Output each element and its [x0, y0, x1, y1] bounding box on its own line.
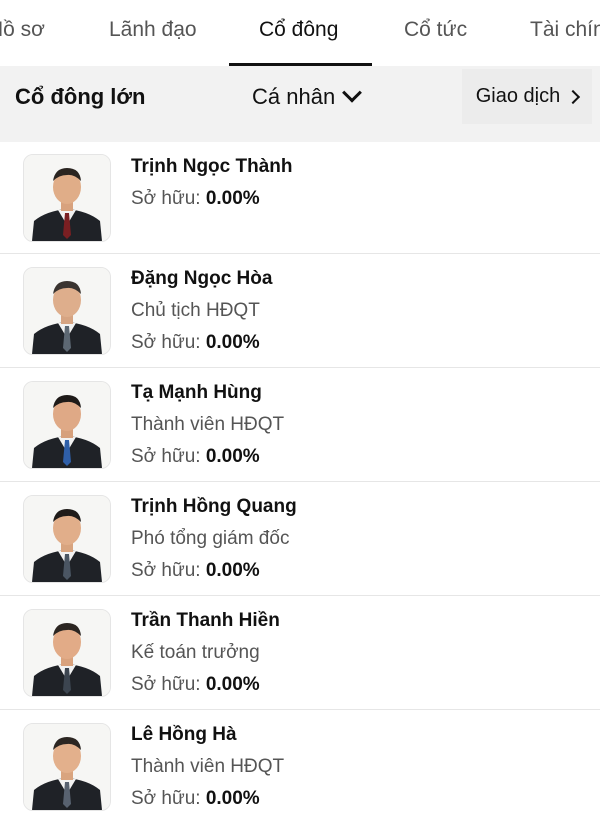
- avatar: [23, 381, 111, 469]
- shareholder-role: Chủ tịch HĐQT: [131, 300, 260, 321]
- ownership-text: Sở hữu: 0.00%: [131, 560, 260, 581]
- ownership-text: Sở hữu: 0.00%: [131, 188, 260, 209]
- transactions-label: Giao dịch: [475, 85, 561, 107]
- tab-dividends[interactable]: Cổ tức: [404, 18, 467, 42]
- list-item[interactable]: Trịnh Ngọc Thành Sở hữu: 0.00%: [0, 142, 600, 254]
- list-item[interactable]: Đặng Ngọc Hòa Chủ tịch HĐQT Sở hữu: 0.00…: [0, 254, 600, 368]
- shareholder-role: Thành viên HĐQT: [131, 756, 285, 777]
- transactions-button[interactable]: Giao dịch: [462, 69, 592, 124]
- shareholder-role: Kế toán trưởng: [131, 642, 260, 663]
- chevron-right-icon: [566, 89, 581, 104]
- ownership-text: Sở hữu: 0.00%: [131, 332, 260, 353]
- shareholder-role: Phó tổng giám đốc: [131, 528, 290, 549]
- shareholder-name: Lê Hồng Hà: [131, 724, 237, 745]
- tab-leadership[interactable]: Lãnh đạo: [109, 18, 197, 42]
- shareholder-role: Thành viên HĐQT: [131, 414, 285, 435]
- avatar: [23, 154, 111, 242]
- shareholder-name: Đặng Ngọc Hòa: [131, 268, 273, 289]
- filter-label: Cá nhân: [252, 84, 336, 109]
- ownership-text: Sở hữu: 0.00%: [131, 446, 260, 467]
- ownership-text: Sở hữu: 0.00%: [131, 674, 260, 695]
- section-title: Cổ đông lớn: [15, 84, 146, 109]
- avatar: [23, 723, 111, 811]
- shareholder-name: Trịnh Ngọc Thành: [131, 156, 293, 177]
- avatar: [23, 495, 111, 583]
- shareholder-name: Trịnh Hồng Quang: [131, 496, 297, 517]
- list-item[interactable]: Lê Hồng Hà Thành viên HĐQT Sở hữu: 0.00%: [0, 710, 600, 830]
- ownership-text: Sở hữu: 0.00%: [131, 788, 260, 809]
- shareholder-name: Trần Thanh Hiền: [131, 610, 280, 631]
- list-item[interactable]: Trịnh Hồng Quang Phó tổng giám đốc Sở hữ…: [0, 482, 600, 596]
- chevron-down-icon: [342, 82, 363, 103]
- top-tab-bar: Hồ sơ Lãnh đạo Cổ đông Cổ tức Tài chính: [0, 0, 600, 66]
- shareholder-name: Tạ Mạnh Hùng: [131, 382, 262, 403]
- avatar: [23, 267, 111, 355]
- tab-finance[interactable]: Tài chính: [530, 18, 600, 42]
- tab-profile[interactable]: Hồ sơ: [0, 18, 45, 42]
- list-item[interactable]: Tạ Mạnh Hùng Thành viên HĐQT Sở hữu: 0.0…: [0, 368, 600, 482]
- list-item[interactable]: Trần Thanh Hiền Kế toán trưởng Sở hữu: 0…: [0, 596, 600, 710]
- shareholder-list: Trịnh Ngọc Thành Sở hữu: 0.00% Đặng Ngọc…: [0, 142, 600, 830]
- filter-dropdown[interactable]: Cá nhân: [252, 82, 363, 110]
- tab-shareholders[interactable]: Cổ đông: [259, 18, 338, 42]
- avatar: [23, 609, 111, 697]
